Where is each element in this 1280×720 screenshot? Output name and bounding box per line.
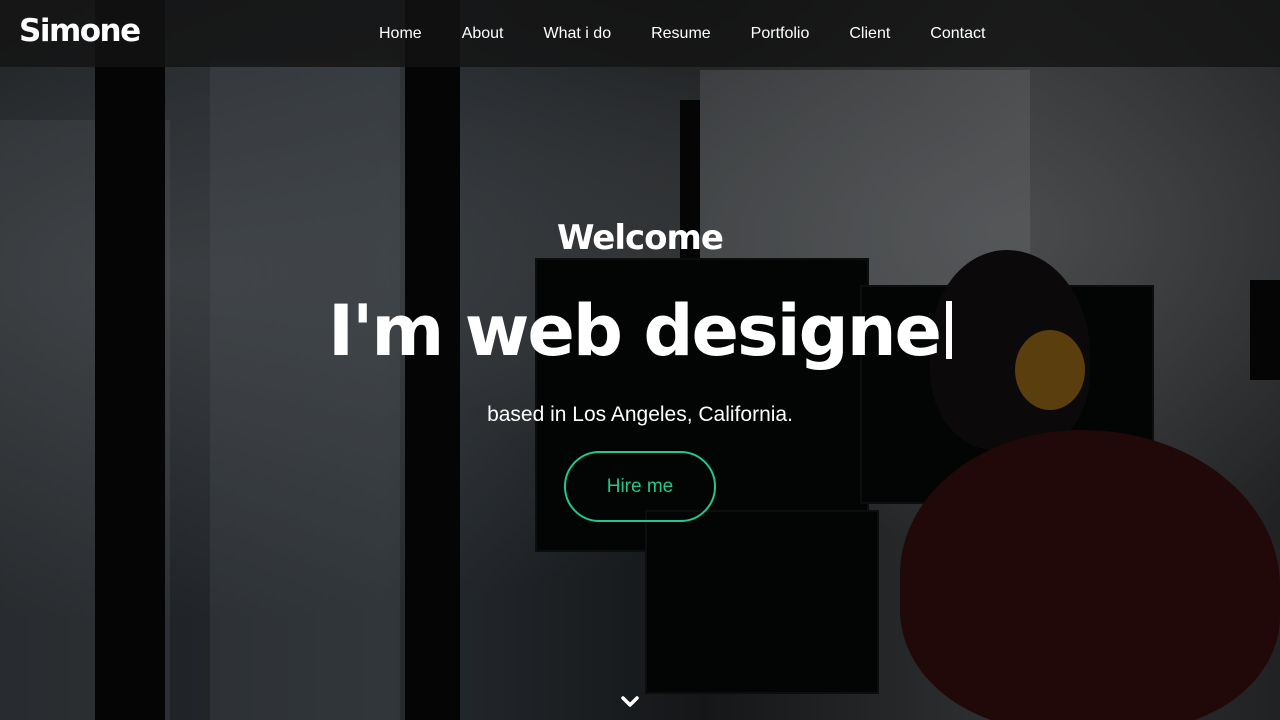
hero-subtitle: based in Los Angeles, California. (487, 403, 793, 426)
nav-item-what-i-do[interactable]: What i do (524, 25, 632, 43)
nav-item-portfolio[interactable]: Portfolio (731, 25, 830, 43)
site-logo[interactable]: Simone (19, 13, 141, 49)
top-navbar: Simone Home About What i do Resume Portf… (0, 0, 1280, 67)
hire-me-label: Hire me (606, 475, 674, 497)
typing-cursor (946, 301, 953, 359)
nav-item-about[interactable]: About (442, 25, 524, 43)
chevron-down-glyph (621, 696, 639, 707)
hero-typed-text: I'm web designe (327, 290, 942, 372)
nav-menu: Home About What i do Resume Portfolio Cl… (359, 0, 1005, 67)
chevron-down-icon[interactable] (620, 692, 640, 712)
nav-item-home[interactable]: Home (359, 25, 442, 43)
hero-welcome-heading: Welcome (556, 218, 724, 258)
nav-item-contact[interactable]: Contact (910, 25, 1005, 43)
nav-item-client[interactable]: Client (829, 25, 910, 43)
hire-me-button[interactable]: Hire me (564, 451, 716, 522)
hero-title: I'm web designe (0, 287, 1280, 375)
nav-item-resume[interactable]: Resume (631, 25, 731, 43)
